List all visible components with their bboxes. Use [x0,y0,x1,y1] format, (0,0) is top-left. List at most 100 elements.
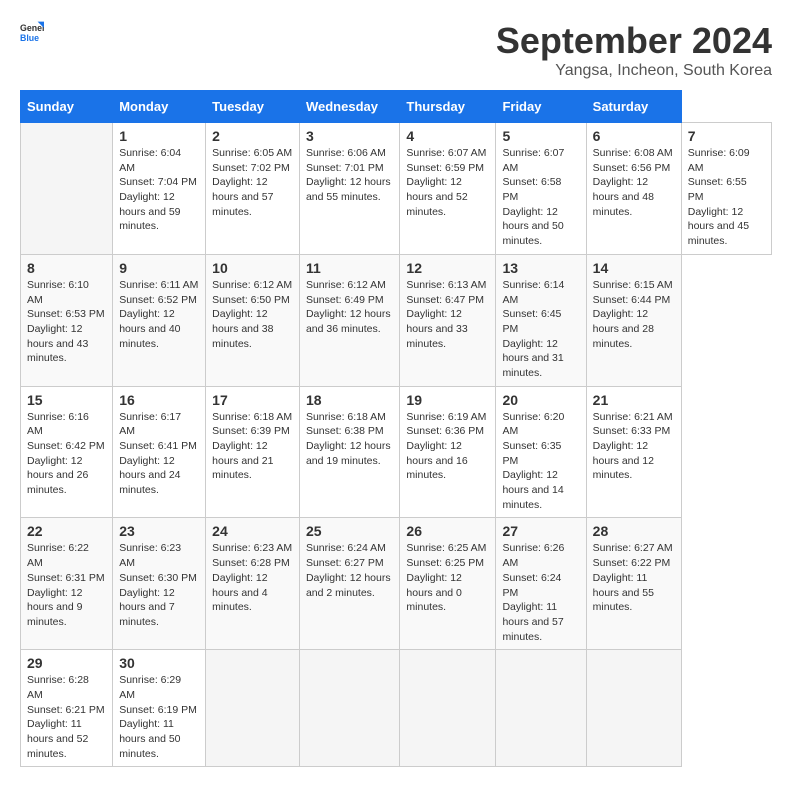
day-number: 19 [406,392,489,408]
day-number: 26 [406,523,489,539]
day-number: 22 [27,523,106,539]
day-info: Sunrise: 6:21 AMSunset: 6:33 PMDaylight:… [593,411,673,482]
day-info: Sunrise: 6:23 AMSunset: 6:28 PMDaylight:… [212,542,292,613]
day-number: 17 [212,392,293,408]
day-info: Sunrise: 6:28 AMSunset: 6:21 PMDaylight:… [27,674,105,759]
day-number: 5 [502,128,579,144]
day-number: 8 [27,260,106,276]
week-row-2: 8 Sunrise: 6:10 AMSunset: 6:53 PMDaylight… [21,254,772,386]
day-number: 25 [306,523,393,539]
day-cell: 7 Sunrise: 6:09 AMSunset: 6:55 PMDaylight… [681,123,771,255]
day-number: 14 [593,260,675,276]
day-info: Sunrise: 6:18 AMSunset: 6:38 PMDaylight:… [306,411,391,467]
day-cell: 16Sunrise: 6:17 AMSunset: 6:41 PMDayligh… [113,386,206,518]
day-info: Sunrise: 6:04 AMSunset: 7:04 PMDaylight:… [119,147,197,232]
header: General Blue September 2024 Yangsa, Inch… [20,20,772,80]
day-cell: 25 Sunrise: 6:24 AMSunset: 6:27 PMDayligh… [299,518,399,650]
day-cell: 3 Sunrise: 6:06 AMSunset: 7:01 PMDaylight… [299,123,399,255]
svg-text:Blue: Blue [20,33,39,43]
day-number: 9 [119,260,199,276]
day-info: Sunrise: 6:12 AMSunset: 6:50 PMDaylight:… [212,279,292,350]
day-number: 7 [688,128,765,144]
day-number: 2 [212,128,293,144]
day-cell: 24 Sunrise: 6:23 AMSunset: 6:28 PMDayligh… [206,518,300,650]
day-cell: 23Sunrise: 6:23 AMSunset: 6:30 PMDayligh… [113,518,206,650]
day-info: Sunrise: 6:27 AMSunset: 6:22 PMDaylight:… [593,542,673,613]
day-cell [400,650,496,767]
day-cell: 17 Sunrise: 6:18 AMSunset: 6:39 PMDayligh… [206,386,300,518]
day-number: 10 [212,260,293,276]
day-cell: 20Sunrise: 6:20 AMSunset: 6:35 PMDayligh… [496,386,586,518]
calendar-table: SundayMondayTuesdayWednesdayThursdayFrid… [20,90,772,767]
day-number: 12 [406,260,489,276]
day-cell: 8 Sunrise: 6:10 AMSunset: 6:53 PMDaylight… [21,254,113,386]
col-header-friday: Friday [496,91,586,123]
day-info: Sunrise: 6:22 AMSunset: 6:31 PMDaylight:… [27,542,105,627]
day-cell: 14Sunrise: 6:15 AMSunset: 6:44 PMDayligh… [586,254,681,386]
week-row-5: 29 Sunrise: 6:28 AMSunset: 6:21 PMDayligh… [21,650,772,767]
day-number: 28 [593,523,675,539]
day-number: 20 [502,392,579,408]
day-cell: 19Sunrise: 6:19 AMSunset: 6:36 PMDayligh… [400,386,496,518]
day-number: 1 [119,128,199,144]
day-info: Sunrise: 6:10 AMSunset: 6:53 PMDaylight:… [27,279,105,364]
col-header-tuesday: Tuesday [206,91,300,123]
main-title: September 2024 [496,20,772,62]
day-cell: 15 Sunrise: 6:16 AMSunset: 6:42 PMDayligh… [21,386,113,518]
day-info: Sunrise: 6:13 AMSunset: 6:47 PMDaylight:… [406,279,486,350]
day-number: 6 [593,128,675,144]
day-cell: 12 Sunrise: 6:13 AMSunset: 6:47 PMDayligh… [400,254,496,386]
day-info: Sunrise: 6:26 AMSunset: 6:24 PMDaylight:… [502,542,564,642]
col-header-thursday: Thursday [400,91,496,123]
day-number: 15 [27,392,106,408]
day-cell: 6 Sunrise: 6:08 AMSunset: 6:56 PMDaylight… [586,123,681,255]
col-header-wednesday: Wednesday [299,91,399,123]
day-cell: 4Sunrise: 6:07 AMSunset: 6:59 PMDaylight… [400,123,496,255]
day-number: 3 [306,128,393,144]
week-row-3: 15 Sunrise: 6:16 AMSunset: 6:42 PMDayligh… [21,386,772,518]
day-info: Sunrise: 6:14 AMSunset: 6:45 PMDaylight:… [502,279,564,379]
day-cell: 22 Sunrise: 6:22 AMSunset: 6:31 PMDayligh… [21,518,113,650]
day-cell [206,650,300,767]
day-number: 27 [502,523,579,539]
day-cell: 18Sunrise: 6:18 AMSunset: 6:38 PMDayligh… [299,386,399,518]
col-header-saturday: Saturday [586,91,681,123]
day-info: Sunrise: 6:16 AMSunset: 6:42 PMDaylight:… [27,411,105,496]
col-header-sunday: Sunday [21,91,113,123]
day-info: Sunrise: 6:09 AMSunset: 6:55 PMDaylight:… [688,147,750,247]
day-info: Sunrise: 6:17 AMSunset: 6:41 PMDaylight:… [119,411,197,496]
day-cell: 30Sunrise: 6:29 AMSunset: 6:19 PMDayligh… [113,650,206,767]
day-info: Sunrise: 6:29 AMSunset: 6:19 PMDaylight:… [119,674,197,759]
day-number: 24 [212,523,293,539]
day-cell: 5 Sunrise: 6:07 AMSunset: 6:58 PMDaylight… [496,123,586,255]
day-cell: 1 Sunrise: 6:04 AMSunset: 7:04 PMDaylight… [113,123,206,255]
day-info: Sunrise: 6:24 AMSunset: 6:27 PMDaylight:… [306,542,391,598]
week-row-1: 1 Sunrise: 6:04 AMSunset: 7:04 PMDaylight… [21,123,772,255]
day-number: 29 [27,655,106,671]
logo: General Blue [20,20,44,44]
day-info: Sunrise: 6:25 AMSunset: 6:25 PMDaylight:… [406,542,486,613]
day-info: Sunrise: 6:07 AMSunset: 6:58 PMDaylight:… [502,147,564,247]
day-cell: 29 Sunrise: 6:28 AMSunset: 6:21 PMDayligh… [21,650,113,767]
day-number: 11 [306,260,393,276]
day-info: Sunrise: 6:08 AMSunset: 6:56 PMDaylight:… [593,147,673,218]
day-info: Sunrise: 6:05 AMSunset: 7:02 PMDaylight:… [212,147,292,218]
day-info: Sunrise: 6:06 AMSunset: 7:01 PMDaylight:… [306,147,391,203]
day-number: 23 [119,523,199,539]
day-cell: 21 Sunrise: 6:21 AMSunset: 6:33 PMDayligh… [586,386,681,518]
day-info: Sunrise: 6:18 AMSunset: 6:39 PMDaylight:… [212,411,292,482]
day-cell: 26 Sunrise: 6:25 AMSunset: 6:25 PMDayligh… [400,518,496,650]
day-cell: 13 Sunrise: 6:14 AMSunset: 6:45 PMDayligh… [496,254,586,386]
day-number: 21 [593,392,675,408]
col-header-monday: Monday [113,91,206,123]
day-cell: 2 Sunrise: 6:05 AMSunset: 7:02 PMDaylight… [206,123,300,255]
day-info: Sunrise: 6:12 AMSunset: 6:49 PMDaylight:… [306,279,391,335]
day-cell: 10 Sunrise: 6:12 AMSunset: 6:50 PMDayligh… [206,254,300,386]
day-info: Sunrise: 6:11 AMSunset: 6:52 PMDaylight:… [119,279,198,350]
title-section: September 2024 Yangsa, Incheon, South Ko… [496,20,772,80]
day-number: 4 [406,128,489,144]
day-cell [299,650,399,767]
day-number: 13 [502,260,579,276]
day-cell [586,650,681,767]
day-cell: 28 Sunrise: 6:27 AMSunset: 6:22 PMDayligh… [586,518,681,650]
